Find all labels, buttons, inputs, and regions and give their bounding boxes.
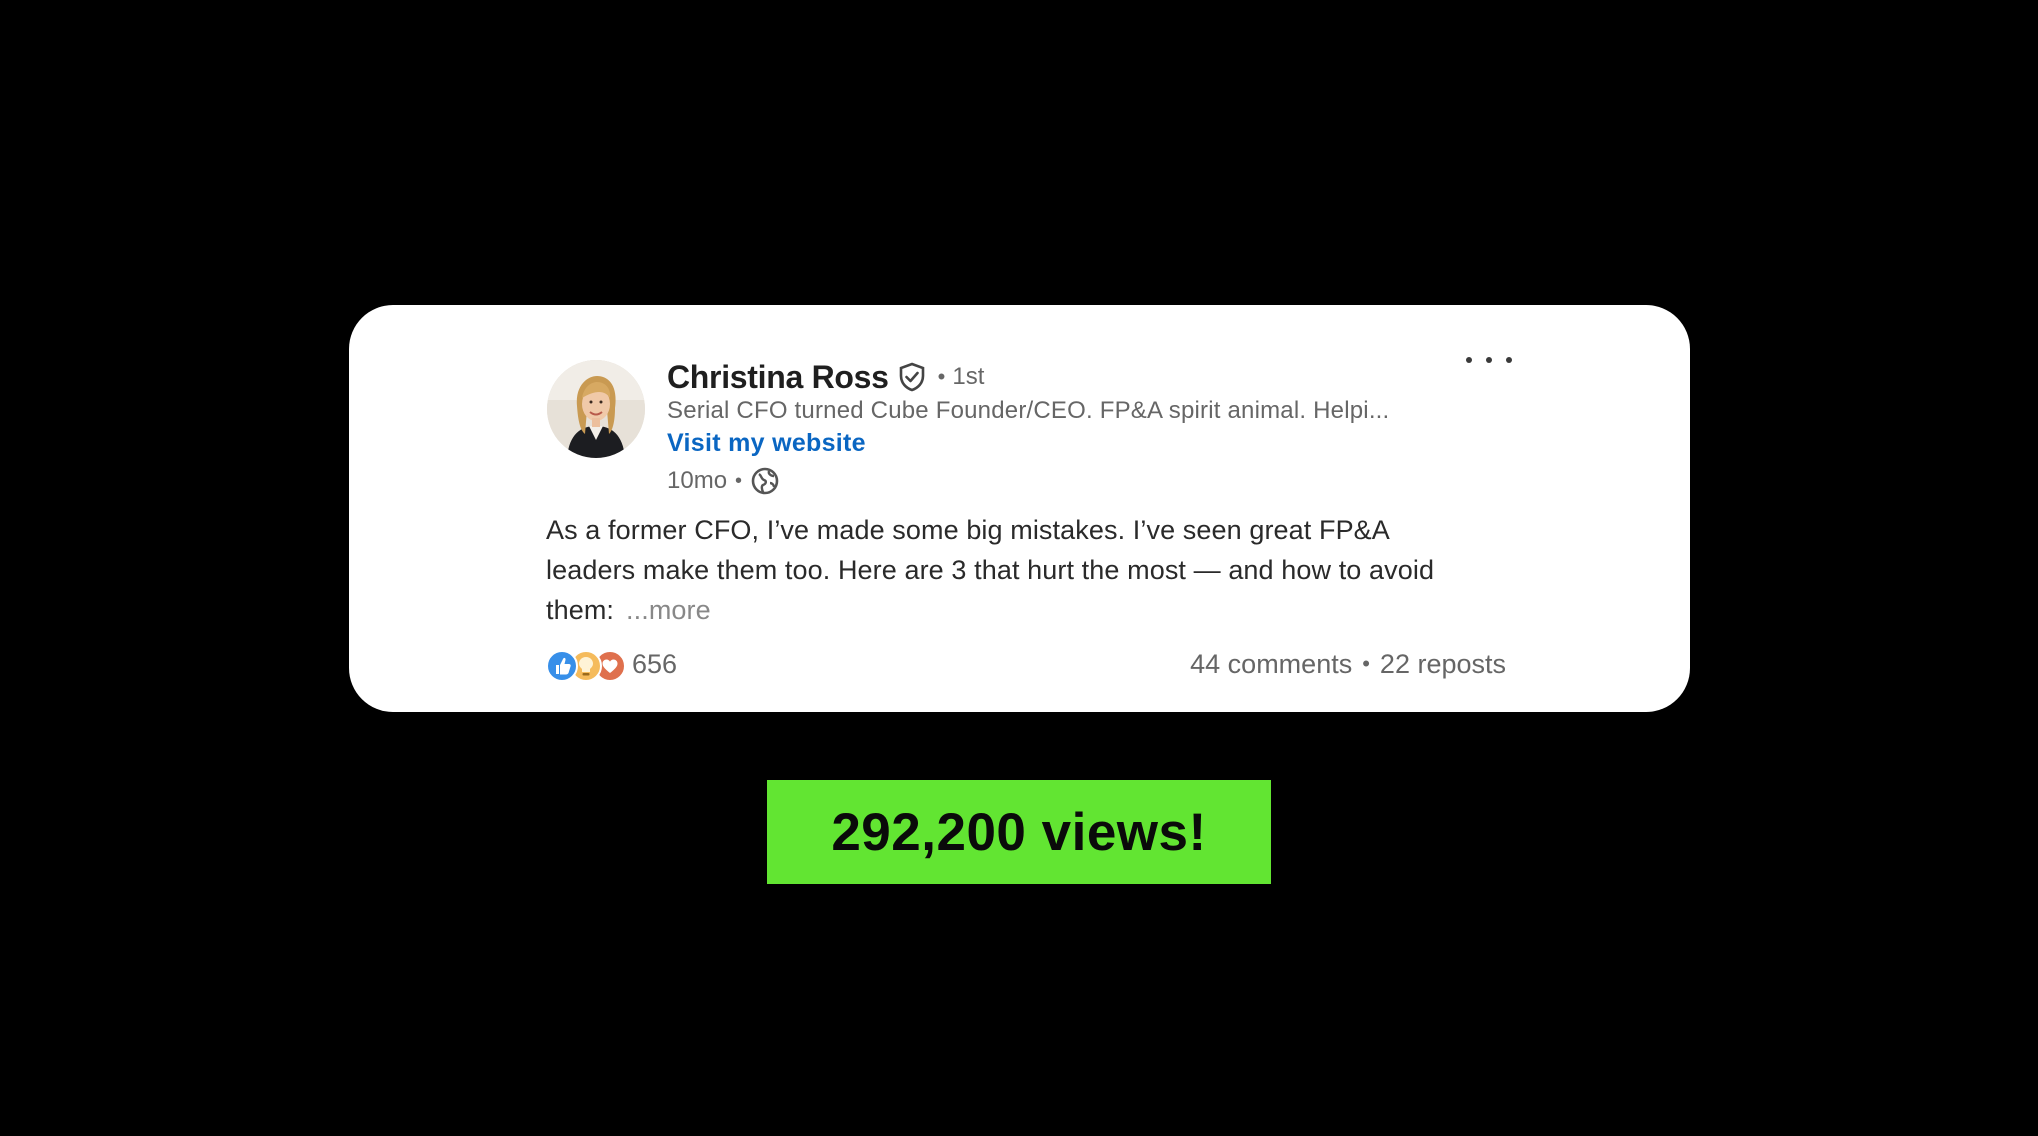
globe-icon <box>750 466 780 496</box>
see-more-link[interactable]: ...more <box>626 595 711 625</box>
menu-dot <box>1486 357 1492 363</box>
menu-dot <box>1466 357 1472 363</box>
engagement-stats: 44 comments • 22 reposts <box>1190 646 1506 682</box>
visit-website-link[interactable]: Visit my website <box>667 429 866 458</box>
reactions-summary[interactable]: 656 <box>546 646 677 682</box>
separator-dot: • <box>735 469 743 492</box>
post-body-line-last: them: ...more <box>546 590 1546 630</box>
more-options-icon[interactable] <box>1466 347 1512 373</box>
connection-degree: 1st <box>952 363 985 390</box>
post-body-line: As a former CFO, I’ve made some big mist… <box>546 515 1390 545</box>
author-name-row: Christina Ross • 1st <box>667 355 984 399</box>
linkedin-post-card: Christina Ross • 1st Serial CFO turned C… <box>349 305 1690 712</box>
post-timestamp: 10mo <box>667 467 728 494</box>
reaction-icons <box>546 648 628 682</box>
post-body-text: As a former CFO, I’ve made some big mist… <box>546 510 1546 630</box>
author-headline: Serial CFO turned Cube Founder/CEO. FP&A… <box>667 397 1390 424</box>
post-body-line-text: them: <box>546 595 615 625</box>
author-name[interactable]: Christina Ross <box>667 359 889 396</box>
screenshot-canvas: Christina Ross • 1st Serial CFO turned C… <box>0 0 2038 1136</box>
reaction-count: 656 <box>632 648 678 679</box>
menu-dot <box>1506 357 1512 363</box>
reposts-count-link[interactable]: 22 reposts <box>1380 649 1506 680</box>
avatar-photo <box>547 360 645 458</box>
verified-shield-icon <box>898 362 926 392</box>
views-badge: 292,200 views! <box>767 780 1271 884</box>
comments-count-link[interactable]: 44 comments <box>1190 649 1352 680</box>
post-meta: 10mo • <box>667 463 780 499</box>
separator-dot: • <box>937 364 946 389</box>
views-count-text: 292,200 views! <box>831 802 1207 862</box>
author-avatar[interactable] <box>547 360 645 458</box>
separator-dot: • <box>1362 651 1370 676</box>
post-body-line: leaders make them too. Here are 3 that h… <box>546 555 1435 585</box>
like-icon <box>546 650 578 682</box>
